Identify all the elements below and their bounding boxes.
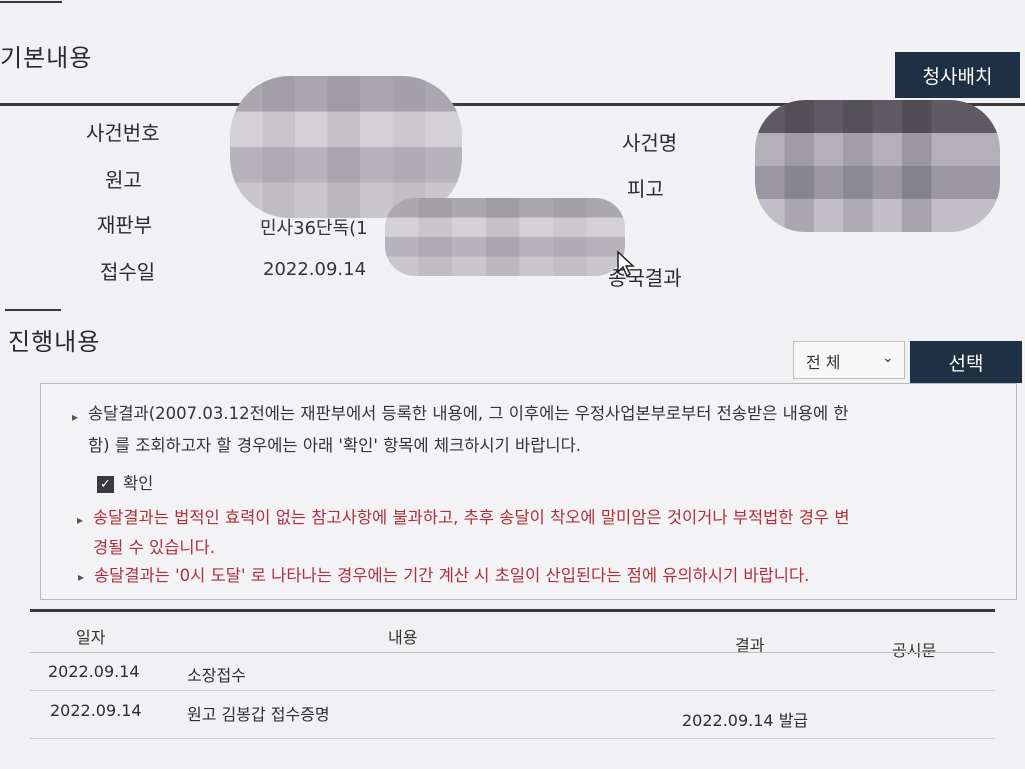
case-name-label: 사건명 xyxy=(622,131,678,155)
case-number-label: 사건번호 xyxy=(86,121,160,145)
bullet-arrow-icon: ▸ xyxy=(77,513,84,527)
content-column-header: 내용 xyxy=(388,628,418,647)
row-date: 2022.09.14 xyxy=(48,662,140,681)
chevron-down-icon: ⌄ xyxy=(882,350,894,366)
redacted-case-number xyxy=(230,76,462,218)
plaintiff-label: 원고 xyxy=(105,168,142,192)
progress-filter-select[interactable]: 전 체 ⌄ xyxy=(793,341,905,379)
notice-column-header: 공시문 xyxy=(892,641,937,660)
dispatch-button[interactable]: 청사배치 xyxy=(895,52,1020,98)
table-bottom-border xyxy=(30,738,995,739)
received-date-value: 2022.09.14 xyxy=(263,259,367,280)
select-button[interactable]: 선택 xyxy=(910,341,1022,383)
notice-line-2a: 송달결과는 법적인 효력이 없는 참고사항에 불과하고, 추후 송달이 착오에 … xyxy=(93,508,850,527)
progress-filter-value: 전 체 xyxy=(806,353,841,372)
redacted-court-division xyxy=(385,198,625,276)
row-result[interactable]: 2022.09.14 발급 xyxy=(682,707,808,731)
date-column-header: 일자 xyxy=(76,628,106,647)
basic-section-accent xyxy=(0,1,62,3)
confirm-label: 확인 xyxy=(123,474,154,493)
basic-section-title: 기본내용 xyxy=(0,44,93,72)
confirm-checkbox[interactable]: ✓ xyxy=(97,476,114,493)
received-date-label: 접수일 xyxy=(100,260,156,284)
row-date: 2022.09.14 xyxy=(50,701,142,720)
table-row-divider xyxy=(30,690,995,691)
progress-section-title: 진행내용 xyxy=(8,328,101,356)
progress-table-top-border xyxy=(30,609,995,612)
progress-section-accent xyxy=(5,309,61,311)
defendant-label: 피고 xyxy=(627,177,664,201)
bullet-arrow-icon: ▸ xyxy=(78,570,85,584)
notice-line-1b: 함) 를 조회하고자 할 경우에는 아래 '확인' 항목에 체크하시기 바랍니다… xyxy=(88,436,581,455)
bullet-arrow-icon: ▸ xyxy=(72,410,79,424)
table-header-divider xyxy=(30,652,995,653)
court-division-label: 재판부 xyxy=(97,213,153,237)
row-content: 원고 김봉갑 접수증명 xyxy=(187,705,330,724)
redacted-case-name xyxy=(755,100,1000,232)
mouse-pointer-icon xyxy=(617,250,635,278)
notice-line-1a: 송달결과(2007.03.12전에는 재판부에서 등록한 내용에, 그 이후에는… xyxy=(88,404,849,423)
notice-line-3: 송달결과는 '0시 도달' 로 나타나는 경우에는 기간 계산 시 초일이 산입… xyxy=(94,566,810,585)
row-content: 소장접수 xyxy=(187,666,246,685)
notice-line-2b: 경될 수 있습니다. xyxy=(93,538,215,557)
